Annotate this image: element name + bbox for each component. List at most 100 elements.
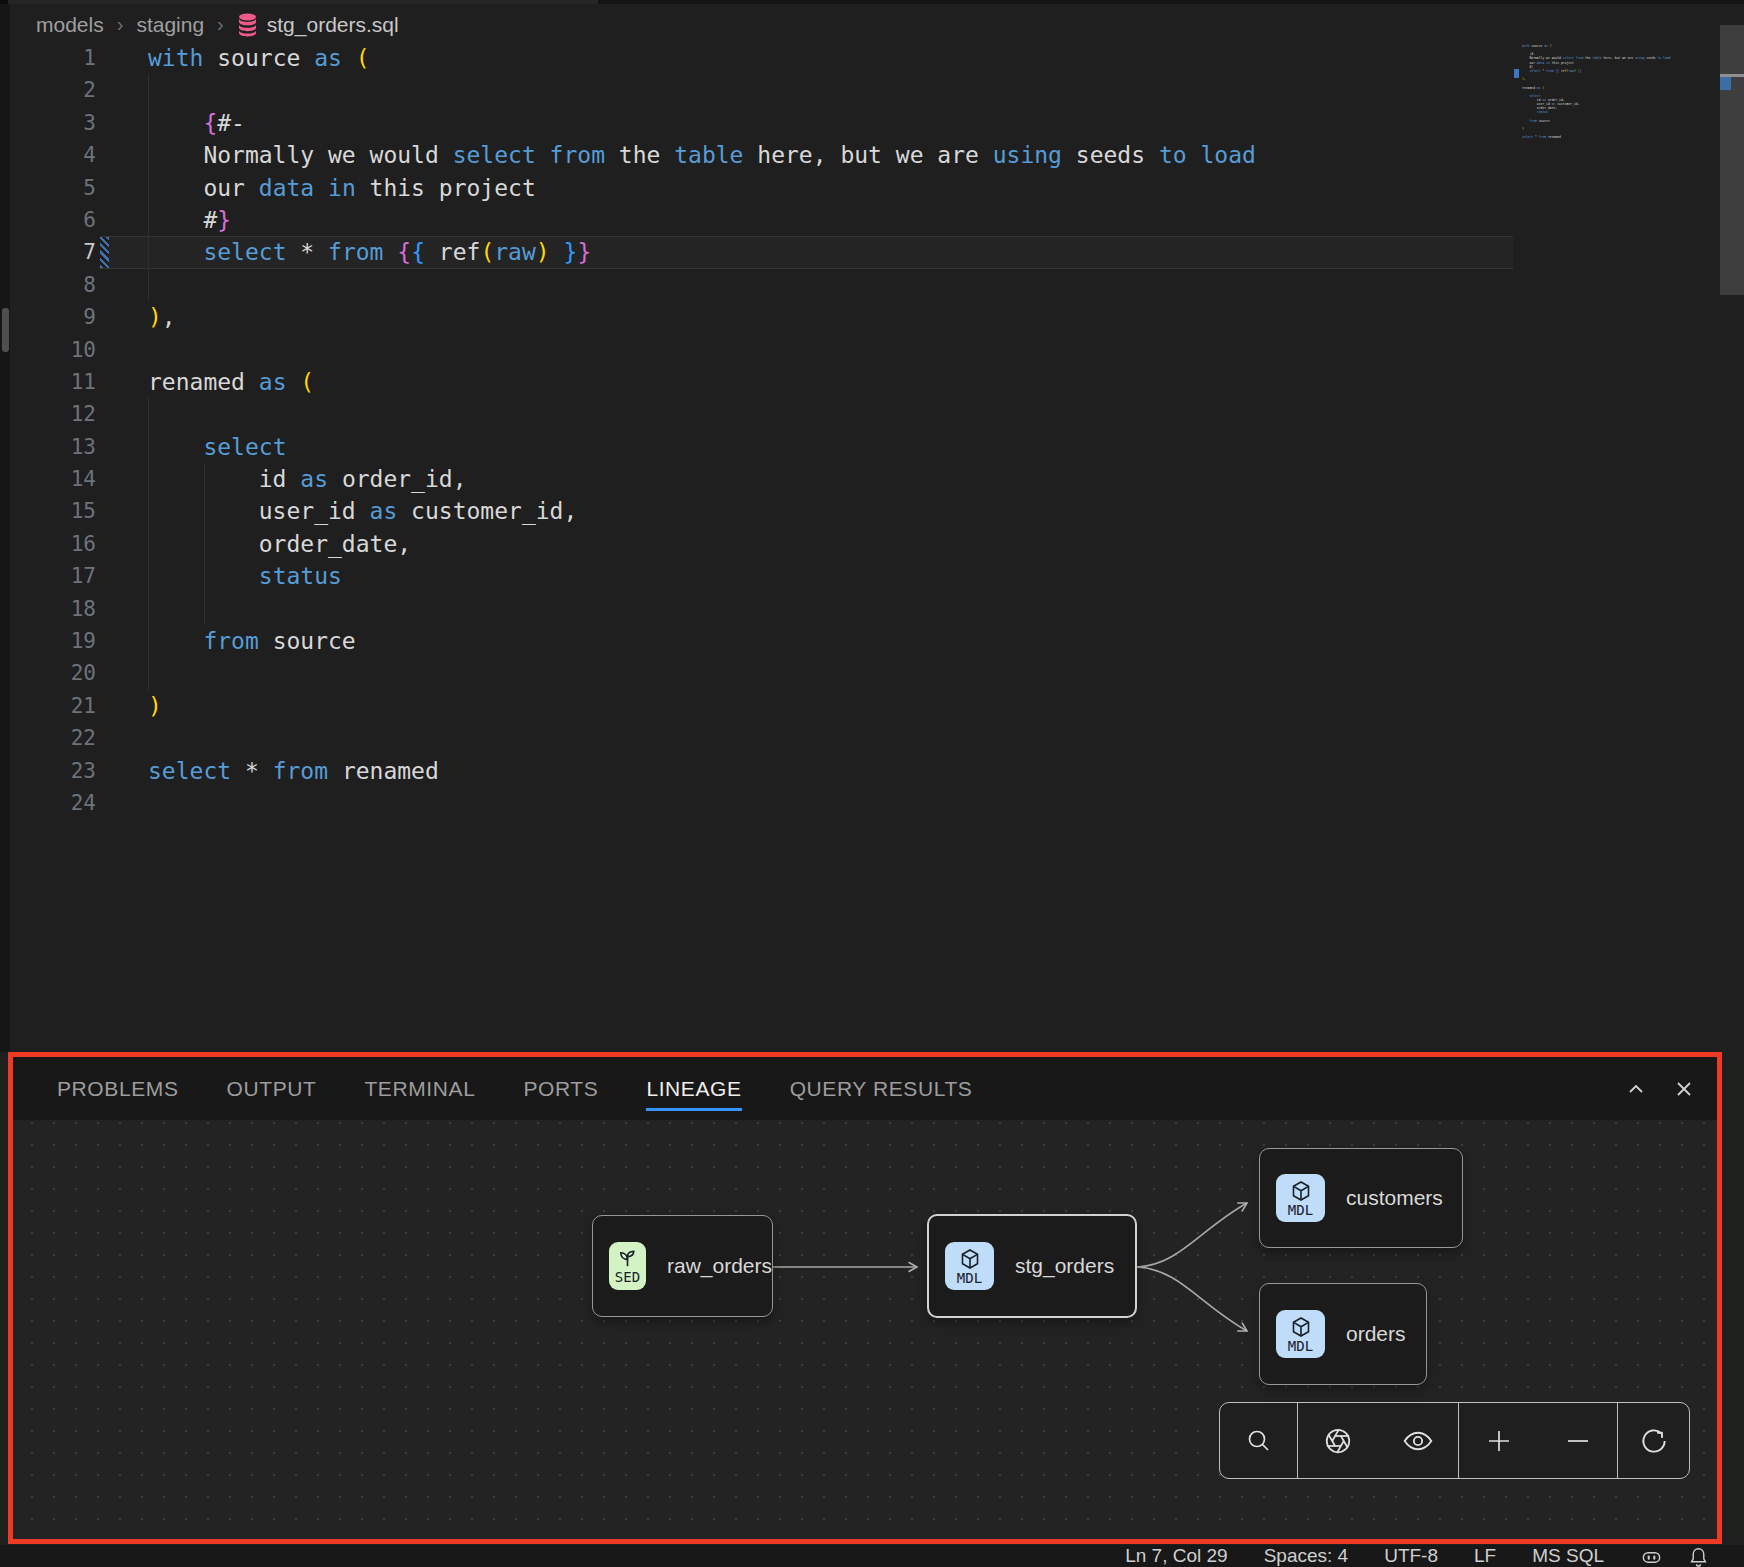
line-number: 19 [20, 625, 96, 657]
code-line-23[interactable]: select * from renamed [1522, 135, 1546, 139]
code-line-3[interactable]: {#- [148, 107, 1256, 139]
code-line-16[interactable]: order_date, [148, 528, 1256, 560]
close-icon[interactable] [1671, 1076, 1697, 1102]
code-line-17[interactable]: status [148, 560, 1256, 592]
code-line-1[interactable]: with source as ( [148, 42, 1256, 74]
editor-gutter: 123456789101112131415161718192021222324 [20, 42, 96, 819]
code-line-7[interactable]: select * from {{ ref(raw) }} [1522, 69, 1546, 73]
minimap-modified-marker [1514, 69, 1519, 78]
badge-label: SED [615, 1269, 640, 1285]
minimap-code: with source as ( {#- Normally we would s… [1522, 44, 1546, 144]
code-line-17[interactable]: status [1522, 110, 1546, 114]
node-label: orders [1346, 1322, 1406, 1346]
code-line-4[interactable]: Normally we would select from the table … [148, 139, 1256, 171]
seed-badge: SED [609, 1242, 646, 1290]
code-line-13[interactable]: select [148, 431, 1256, 463]
code-line-24[interactable] [148, 787, 1256, 819]
badge-label: MDL [1288, 1202, 1313, 1218]
code-line-22[interactable] [148, 722, 1256, 754]
code-line-8[interactable] [148, 269, 1256, 301]
top-strip-rest [598, 0, 1744, 4]
line-number: 20 [20, 657, 96, 689]
panel-tab-output[interactable]: OUTPUT [227, 1057, 317, 1120]
chevron-up-icon[interactable] [1623, 1076, 1649, 1102]
breadcrumb-item-models[interactable]: models [36, 13, 104, 37]
code-line-21[interactable]: ) [148, 690, 1256, 722]
code-line-2[interactable] [148, 74, 1256, 106]
code-line-18[interactable] [148, 593, 1256, 625]
zoom-out-icon[interactable] [1563, 1426, 1593, 1456]
lineage-node-raw-orders[interactable]: SED raw_orders [592, 1215, 773, 1317]
code-line-5[interactable]: our data in this project [148, 172, 1256, 204]
bell-icon[interactable] [1687, 1545, 1710, 1567]
overview-ruler-modified-marker [1720, 77, 1731, 90]
badge-label: MDL [957, 1270, 982, 1286]
bottom-panel-annotation-box: PROBLEMS OUTPUT TERMINAL PORTS LINEAGE QUERY … [8, 1052, 1722, 1544]
editor-scrollbar-thumb[interactable] [1720, 25, 1744, 295]
code-line-20[interactable] [148, 657, 1256, 689]
vscode-window: models › staging › stg_orders.sql 123456… [0, 0, 1744, 1567]
status-bar: Ln 7, Col 29 Spaces: 4 UTF-8 LF MS SQL [0, 1545, 1744, 1567]
code-line-15[interactable]: user_id as customer_id, [148, 495, 1256, 527]
lineage-node-stg-orders[interactable]: MDL stg_orders [927, 1214, 1137, 1318]
lineage-node-orders[interactable]: MDL orders [1259, 1283, 1427, 1385]
status-item[interactable]: LF [1474, 1545, 1496, 1567]
panel-tab-ports[interactable]: PORTS [523, 1057, 598, 1120]
status-items: Ln 7, Col 29 Spaces: 4 UTF-8 LF MS SQL [1125, 1545, 1604, 1567]
code-line-1[interactable]: with source as ( [1522, 44, 1546, 48]
model-badge: MDL [945, 1242, 994, 1290]
line-number: 11 [20, 366, 96, 398]
code-editor[interactable]: with source as ( {#- Normally we would s… [148, 42, 1256, 819]
line-number: 21 [20, 690, 96, 722]
code-line-24[interactable] [1522, 139, 1546, 143]
line-number: 12 [20, 398, 96, 430]
code-line-12[interactable] [148, 398, 1256, 430]
zoom-in-icon[interactable] [1484, 1426, 1514, 1456]
refresh-icon[interactable] [1639, 1426, 1669, 1456]
breadcrumb-item-staging[interactable]: staging [136, 13, 204, 37]
toolbar-section-refresh [1618, 1403, 1689, 1478]
code-line-11[interactable]: renamed as ( [148, 366, 1256, 398]
code-line-19[interactable]: from source [148, 625, 1256, 657]
lineage-canvas[interactable]: SED raw_orders MDL stg_orders [13, 1120, 1717, 1539]
code-line-6[interactable]: #} [148, 204, 1256, 236]
status-item[interactable]: Spaces: 4 [1264, 1545, 1349, 1567]
code-line-10[interactable] [148, 334, 1256, 366]
cube-icon [958, 1247, 982, 1271]
line-number: 6 [20, 204, 96, 236]
line-number: 14 [20, 463, 96, 495]
model-badge: MDL [1276, 1310, 1325, 1358]
line-number: 23 [20, 755, 96, 787]
search-icon[interactable] [1244, 1426, 1274, 1456]
line-number: 13 [20, 431, 96, 463]
line-number: 5 [20, 172, 96, 204]
cube-icon [1289, 1179, 1313, 1203]
lineage-node-customers[interactable]: MDL customers [1259, 1148, 1463, 1248]
eye-icon[interactable] [1402, 1425, 1434, 1457]
node-label: customers [1346, 1186, 1443, 1210]
copilot-icon[interactable] [1640, 1545, 1663, 1567]
panel-tab-problems[interactable]: PROBLEMS [57, 1057, 179, 1120]
line-number: 1 [20, 42, 96, 74]
left-scrollbar-thumb[interactable] [2, 308, 9, 352]
code-line-19[interactable]: from source [1522, 119, 1546, 123]
status-item[interactable]: UTF-8 [1384, 1545, 1438, 1567]
minimap[interactable]: with source as ( {#- Normally we would s… [1522, 44, 1702, 154]
panel-tab-query-results[interactable]: QUERY RESULTS [790, 1057, 973, 1120]
status-item[interactable]: Ln 7, Col 29 [1125, 1545, 1227, 1567]
left-edge-strip [0, 4, 10, 1052]
line-number: 22 [20, 722, 96, 754]
toolbar-section-view [1298, 1403, 1459, 1478]
breadcrumb: models › staging › stg_orders.sql [36, 4, 399, 45]
aperture-icon[interactable] [1323, 1426, 1353, 1456]
breadcrumb-file-name[interactable]: stg_orders.sql [267, 13, 399, 37]
code-line-7[interactable]: select * from {{ ref(raw) }} [148, 236, 1256, 268]
status-item[interactable]: MS SQL [1532, 1545, 1604, 1567]
edge-stg-to-customers [1137, 1203, 1247, 1267]
code-line-11[interactable]: renamed as ( [1522, 85, 1546, 89]
panel-tab-terminal[interactable]: TERMINAL [364, 1057, 475, 1120]
code-line-9[interactable]: ), [148, 301, 1256, 333]
code-line-23[interactable]: select * from renamed [148, 755, 1256, 787]
code-line-14[interactable]: id as order_id, [148, 463, 1256, 495]
panel-tab-lineage[interactable]: LINEAGE [646, 1057, 741, 1120]
